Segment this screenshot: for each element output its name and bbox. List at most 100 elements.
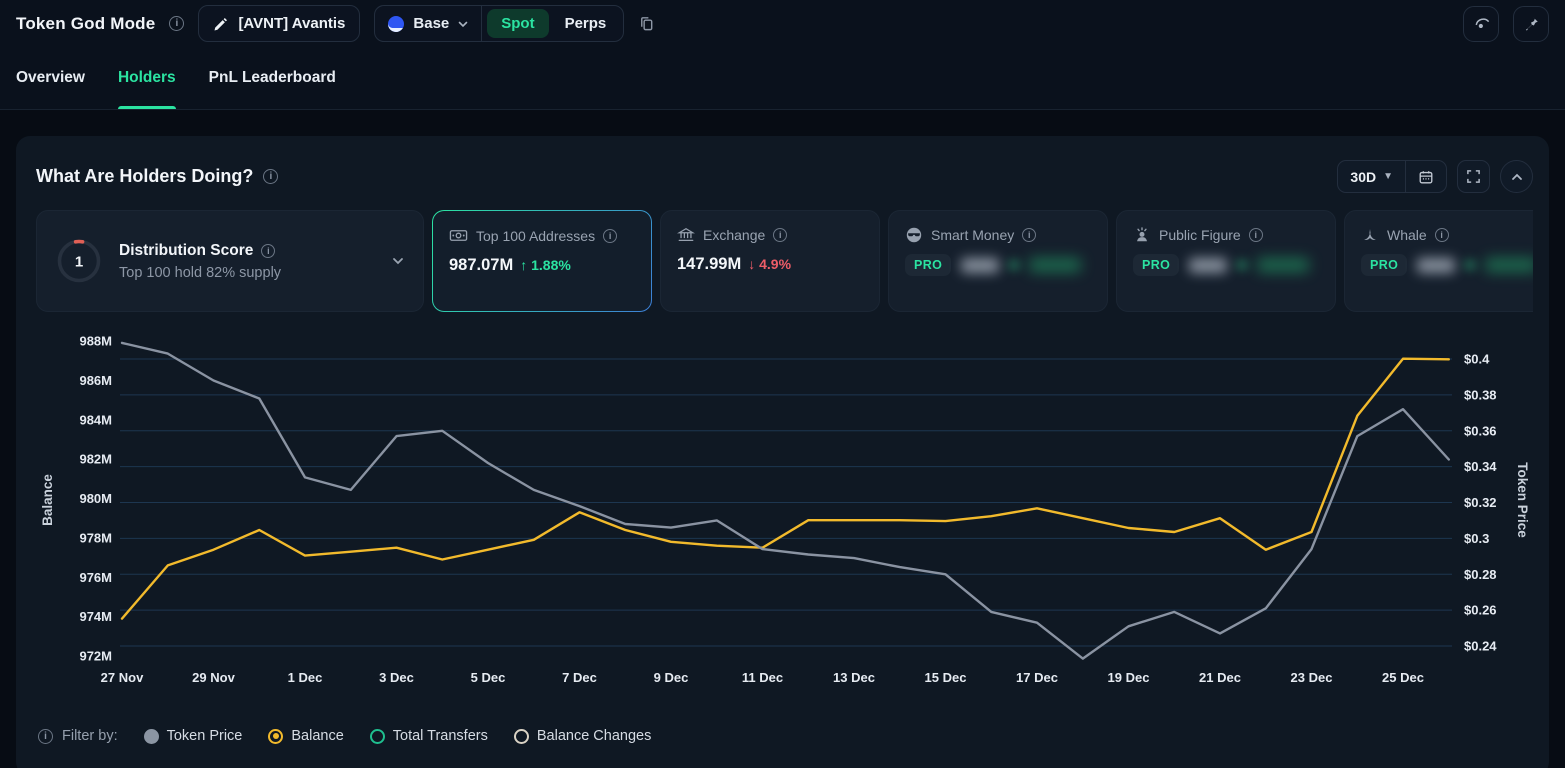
calendar-icon <box>1419 170 1433 183</box>
info-icon[interactable]: i <box>773 228 788 242</box>
holders-chart[interactable]: 988M 986M 984M 982M 980M 978M 976M 974M 972M $0.4… <box>36 322 1533 714</box>
svg-text:972M: 972M <box>79 649 112 664</box>
chevron-down-icon[interactable] <box>391 254 405 268</box>
tab-overview[interactable]: Overview <box>16 47 85 109</box>
pro-badge: PRO <box>1133 254 1180 276</box>
app-title-info-icon[interactable]: i <box>169 16 185 31</box>
main-area: What Are Holders Doing? i 30D ▼ 1 Distri… <box>0 110 1565 768</box>
svg-text:11 Dec: 11 Dec <box>742 670 783 685</box>
page-tabs: Overview Holders PnL Leaderboard <box>0 47 1565 110</box>
filter-info-icon[interactable]: i <box>38 728 53 744</box>
market-type-switch: Spot Perps <box>482 6 623 41</box>
chart-filter-row: i Filter by: Token Price Balance Total T… <box>36 714 1533 744</box>
balance-changes-ring-icon <box>513 728 529 744</box>
bank-icon <box>677 226 695 244</box>
svg-text:13 Dec: 13 Dec <box>833 670 875 685</box>
svg-text:$0.36: $0.36 <box>1464 423 1497 438</box>
svg-text:7 Dec: 7 Dec <box>562 670 597 685</box>
pencil-icon <box>213 16 229 32</box>
card-smart-money[interactable]: Smart Money i PRO <box>888 210 1108 312</box>
svg-text:29 Nov: 29 Nov <box>192 670 235 685</box>
chevron-down-icon <box>458 21 468 27</box>
cash-icon <box>449 226 468 245</box>
copy-icon[interactable] <box>638 15 655 32</box>
pro-badge: PRO <box>1361 254 1408 276</box>
card-whale[interactable]: Whale i PRO <box>1344 210 1533 312</box>
info-icon[interactable]: i <box>603 228 618 243</box>
info-icon[interactable]: i <box>1248 228 1263 242</box>
card-value: 147.99M <box>677 255 742 273</box>
collapse-button[interactable] <box>1500 160 1533 193</box>
svg-text:Balance: Balance <box>40 474 55 526</box>
svg-text:Token Price: Token Price <box>1515 462 1530 538</box>
radar-icon <box>1475 18 1489 29</box>
card-subtitle: Top 100 hold 82% supply <box>119 264 282 281</box>
tab-perps[interactable]: Perps <box>551 9 621 38</box>
balance-price-line-chart: 988M 986M 984M 982M 980M 978M 976M 974M 972M $0.4… <box>40 334 1530 686</box>
svg-text:$0.38: $0.38 <box>1464 387 1497 402</box>
info-icon[interactable]: i <box>261 243 276 258</box>
svg-text:17 Dec: 17 Dec <box>1016 670 1058 685</box>
filter-balance[interactable]: Balance <box>268 728 344 744</box>
blurred-change <box>1257 258 1310 272</box>
info-icon[interactable]: i <box>1022 228 1037 242</box>
total-transfers-ring-icon <box>369 728 385 744</box>
card-title: Public Figure <box>1159 227 1241 243</box>
chain-selector[interactable]: Base <box>375 15 481 33</box>
svg-text:984M: 984M <box>79 412 112 427</box>
svg-text:$0.4: $0.4 <box>1464 352 1490 367</box>
filter-token-price[interactable]: Token Price <box>143 728 242 744</box>
card-exchange[interactable]: Exchange i 147.99M ↓ 4.9% <box>660 210 880 312</box>
svg-text:19 Dec: 19 Dec <box>1108 670 1150 685</box>
panel-header: What Are Holders Doing? i 30D ▼ <box>36 160 1533 193</box>
alerts-button[interactable] <box>1463 5 1499 42</box>
fullscreen-button[interactable] <box>1457 160 1490 193</box>
svg-text:$0.3: $0.3 <box>1464 531 1489 546</box>
filter-balance-changes[interactable]: Balance Changes <box>513 728 651 744</box>
svg-text:27 Nov: 27 Nov <box>101 670 144 685</box>
blurred-arrow <box>1009 260 1020 270</box>
svg-text:25 Dec: 25 Dec <box>1382 670 1424 685</box>
holders-panel: What Are Holders Doing? i 30D ▼ 1 Distri… <box>16 136 1549 768</box>
svg-text:1 Dec: 1 Dec <box>288 670 323 685</box>
date-range-group: 30D ▼ <box>1337 160 1447 193</box>
info-icon[interactable]: i <box>1434 228 1449 242</box>
svg-text:988M: 988M <box>79 334 112 349</box>
blurred-value <box>961 257 1000 273</box>
svg-text:3 Dec: 3 Dec <box>379 670 414 685</box>
tab-pnl-leaderboard[interactable]: PnL Leaderboard <box>209 47 336 109</box>
card-change: ↓ 4.9% <box>748 256 792 272</box>
panel-title-info-icon[interactable]: i <box>263 169 279 184</box>
blurred-value <box>1189 257 1228 273</box>
tab-holders[interactable]: Holders <box>117 47 176 109</box>
blurred-change <box>1485 258 1533 272</box>
token-name: [AVNT] Avantis <box>238 15 346 32</box>
card-change: ↑ 1.88% <box>520 257 571 273</box>
svg-text:23 Dec: 23 Dec <box>1291 670 1333 685</box>
token-selector[interactable]: [AVNT] Avantis <box>198 5 361 42</box>
app-title: Token God Mode <box>16 13 156 33</box>
svg-text:980M: 980M <box>79 491 112 506</box>
card-distribution-score[interactable]: 1 Distribution Score i Top 100 hold 82% … <box>36 210 424 312</box>
pro-badge: PRO <box>905 254 952 276</box>
filter-total-transfers[interactable]: Total Transfers <box>369 728 488 744</box>
chevron-up-icon <box>1511 173 1522 180</box>
calendar-button[interactable] <box>1406 169 1446 185</box>
svg-text:974M: 974M <box>79 609 112 624</box>
panel-title: What Are Holders Doing? <box>36 166 254 186</box>
public-figure-icon <box>1133 226 1151 244</box>
blurred-arrow <box>1465 260 1476 270</box>
card-value: 987.07M <box>449 256 514 274</box>
svg-text:1: 1 <box>75 254 83 271</box>
range-dropdown[interactable]: 30D ▼ <box>1338 169 1405 185</box>
card-public-figure[interactable]: Public Figure i PRO <box>1116 210 1336 312</box>
pin-button[interactable] <box>1513 5 1549 42</box>
svg-text:$0.28: $0.28 <box>1464 567 1497 582</box>
holder-category-cards: 1 Distribution Score i Top 100 hold 82% … <box>36 210 1533 312</box>
svg-text:5 Dec: 5 Dec <box>471 670 506 685</box>
tab-spot[interactable]: Spot <box>487 9 549 38</box>
chain-market-group: Base Spot Perps <box>374 5 625 42</box>
blurred-arrow <box>1237 260 1248 270</box>
svg-text:15 Dec: 15 Dec <box>925 670 967 685</box>
card-top-100-addresses[interactable]: Top 100 Addresses i 987.07M ↑ 1.88% <box>432 210 652 312</box>
